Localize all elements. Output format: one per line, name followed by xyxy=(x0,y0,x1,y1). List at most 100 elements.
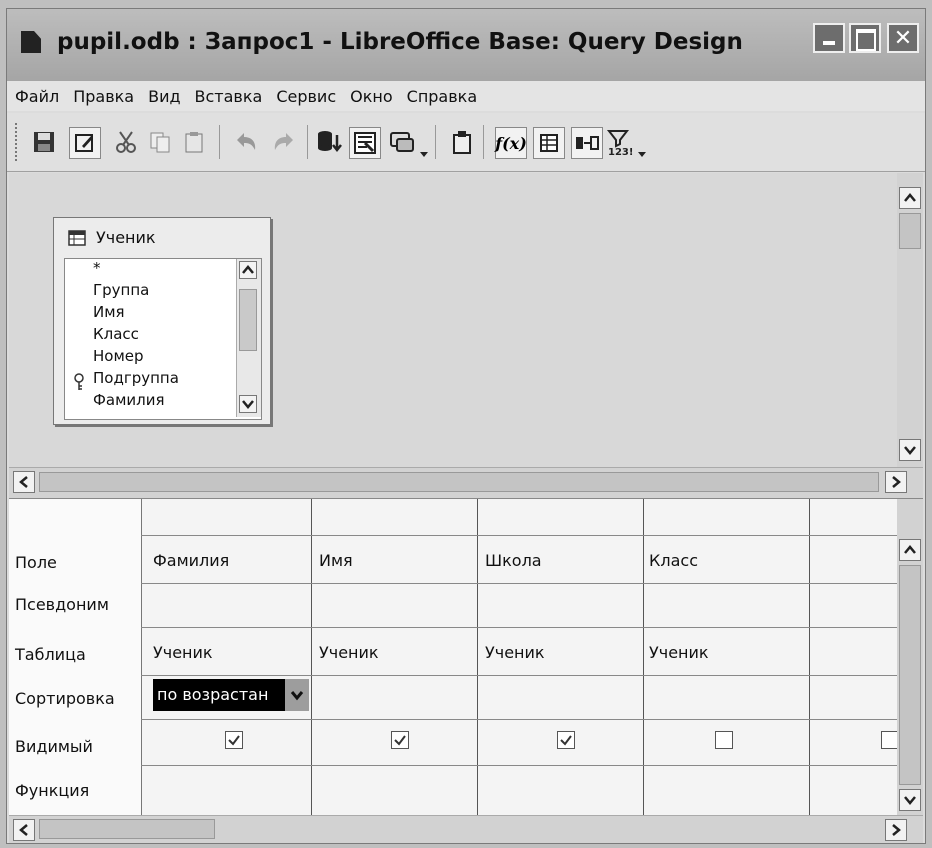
save-button[interactable] xyxy=(29,127,59,157)
add-tables-icon xyxy=(453,131,471,154)
row-divider xyxy=(141,627,897,628)
menu-help[interactable]: Справка xyxy=(407,87,478,106)
copy-button[interactable] xyxy=(145,127,175,157)
grid-cell-field[interactable]: Фамилия xyxy=(153,551,229,570)
row-label-field: Поле xyxy=(15,553,57,572)
chevron-up-icon xyxy=(904,545,916,554)
scroll-down-button[interactable] xyxy=(899,439,921,461)
grid-cell-table[interactable]: Ученик xyxy=(319,643,379,662)
paste-button[interactable] xyxy=(179,127,209,157)
minimize-button[interactable] xyxy=(813,23,845,53)
scroll-up-button[interactable] xyxy=(239,261,257,279)
run-query-button[interactable] xyxy=(315,127,345,157)
chevron-down-icon xyxy=(242,400,254,409)
field-item[interactable]: Номер xyxy=(93,347,144,365)
edit-icon xyxy=(75,134,93,152)
scroll-down-button[interactable] xyxy=(899,789,921,811)
alias-icon xyxy=(576,136,599,150)
field-item[interactable]: Имя xyxy=(93,303,125,321)
scroll-down-button[interactable] xyxy=(239,395,257,413)
row-label-function: Функция xyxy=(15,781,90,800)
field-item[interactable]: Подгруппа xyxy=(93,369,179,387)
grid-cell-field[interactable]: Имя xyxy=(319,551,353,570)
scroll-thumb[interactable] xyxy=(239,289,257,351)
scroll-left-button[interactable] xyxy=(13,471,35,493)
scroll-thumb[interactable] xyxy=(39,472,879,492)
menu-insert[interactable]: Вставка xyxy=(195,87,263,106)
visible-checkbox[interactable] xyxy=(225,731,243,749)
grid-cell-field[interactable]: Класс xyxy=(649,551,698,570)
menu-tools[interactable]: Сервис xyxy=(276,87,336,106)
edit-button[interactable] xyxy=(69,127,101,159)
undo-button[interactable] xyxy=(231,127,261,157)
grid-cell-table[interactable]: Ученик xyxy=(485,643,545,662)
field-item[interactable]: Фамилия xyxy=(93,391,165,409)
cut-button[interactable] xyxy=(111,127,141,157)
scroll-thumb[interactable] xyxy=(899,213,921,249)
grid-cell-table[interactable]: Ученик xyxy=(649,643,709,662)
table-window-ucheni[interactable]: Ученик * Группа Имя Класс Номер Подгрупп… xyxy=(53,217,271,425)
app-window: pupil.odb : Запрос1 - LibreOffice Base: … xyxy=(6,8,926,844)
menu-file[interactable]: Файл xyxy=(15,87,59,106)
field-item[interactable]: Группа xyxy=(93,281,149,299)
scroll-right-button[interactable] xyxy=(885,819,907,841)
grid-horizontal-scrollbar[interactable] xyxy=(9,815,923,843)
visible-checkbox[interactable] xyxy=(557,731,575,749)
grid-vertical-scrollbar[interactable] xyxy=(897,499,923,815)
design-area-horizontal-scrollbar[interactable] xyxy=(9,467,923,500)
field-list[interactable]: * Группа Имя Класс Номер Подгруппа Фамил… xyxy=(64,258,262,420)
chevron-left-icon xyxy=(19,476,28,488)
undo-icon xyxy=(237,133,256,150)
alias-button[interactable] xyxy=(571,127,603,159)
sort-order-select[interactable]: по возрастан xyxy=(153,679,305,711)
scroll-up-button[interactable] xyxy=(899,187,921,209)
scroll-left-button[interactable] xyxy=(13,819,35,841)
design-area-vertical-scrollbar[interactable] xyxy=(897,173,923,467)
table-design-area[interactable]: Ученик * Группа Имя Класс Номер Подгрупп… xyxy=(9,173,897,467)
scroll-up-button[interactable] xyxy=(899,539,921,561)
cut-icon xyxy=(116,131,136,153)
chevron-down-icon[interactable] xyxy=(637,149,647,159)
visible-checkbox[interactable] xyxy=(391,731,409,749)
maximize-button[interactable] xyxy=(849,23,881,53)
chevron-down-icon xyxy=(290,691,304,701)
column-divider xyxy=(311,499,312,815)
redo-button[interactable] xyxy=(269,127,299,157)
table-name-button[interactable] xyxy=(533,127,565,159)
design-view-button[interactable] xyxy=(387,127,417,157)
row-divider xyxy=(141,583,897,584)
menu-window[interactable]: Окно xyxy=(350,87,393,106)
chevron-left-icon xyxy=(19,824,28,836)
field-item[interactable]: * xyxy=(93,259,101,277)
chevron-down-icon[interactable] xyxy=(419,149,429,159)
query-design-grid[interactable]: Поле Псевдоним Таблица Сортировка Видимы… xyxy=(9,499,899,815)
close-button[interactable]: ✕ xyxy=(887,23,919,53)
grid-cell-field[interactable]: Школа xyxy=(485,551,542,570)
run-query-icon xyxy=(318,131,342,153)
toolbar-separator xyxy=(219,125,220,159)
visible-checkbox[interactable] xyxy=(715,731,733,749)
sort-dropdown-button[interactable] xyxy=(285,679,309,711)
chevron-up-icon xyxy=(904,193,916,202)
field-list-scrollbar[interactable] xyxy=(236,259,261,417)
field-item[interactable]: Класс xyxy=(93,325,139,343)
distinct-values-icon: 123! xyxy=(606,130,633,156)
table-window-title[interactable]: Ученик xyxy=(68,228,156,247)
add-tables-button[interactable] xyxy=(447,127,477,157)
menu-edit[interactable]: Правка xyxy=(73,87,134,106)
scroll-thumb[interactable] xyxy=(39,819,215,839)
row-divider xyxy=(141,765,897,766)
scroll-right-button[interactable] xyxy=(885,471,907,493)
grid-cell-table[interactable]: Ученик xyxy=(153,643,213,662)
scroll-thumb[interactable] xyxy=(899,565,921,785)
toolbar-grip[interactable] xyxy=(15,123,21,161)
clear-query-button[interactable] xyxy=(349,127,381,159)
chevron-right-icon xyxy=(892,824,901,836)
table-window-label: Ученик xyxy=(96,228,156,247)
functions-button[interactable]: f(x) xyxy=(495,127,527,159)
row-label-sort: Сортировка xyxy=(15,689,115,708)
toolbar-separator xyxy=(307,125,308,159)
column-divider xyxy=(643,499,644,815)
distinct-values-button[interactable]: 123! xyxy=(605,127,635,157)
menu-view[interactable]: Вид xyxy=(148,87,180,106)
